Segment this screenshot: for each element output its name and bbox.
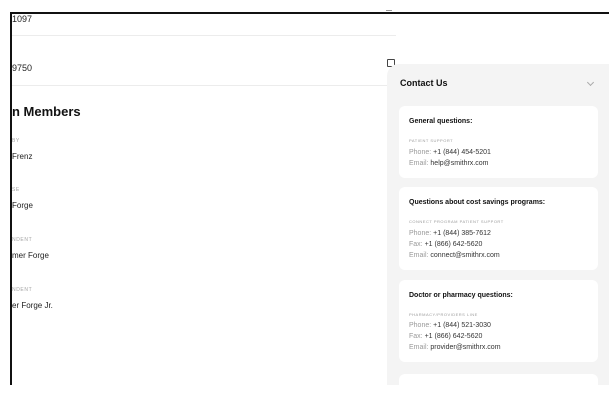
card-phone-line[interactable]: Phone: +1 (844) 454-5201 — [409, 149, 491, 156]
email-label: Email: — [409, 344, 429, 351]
email-label: Email: — [409, 160, 429, 167]
card-title: Doctor or pharmacy questions: — [409, 292, 513, 299]
member-role: NDENT — [12, 287, 33, 293]
fax-label: Fax: — [409, 241, 423, 248]
member-name: mer Forge — [12, 251, 49, 260]
contact-card-partial — [399, 374, 598, 394]
minus-icon[interactable] — [386, 10, 392, 11]
fax-value: +1 (866) 642-5620 — [424, 241, 483, 248]
members-section-title: n Members — [12, 104, 81, 119]
contact-card-general: General questions: PATIENT SUPPORT Phone… — [399, 106, 598, 178]
fax-label: Fax: — [409, 333, 423, 340]
card-subtitle: PATIENT SUPPORT — [409, 138, 454, 143]
info-row-value: 1097 — [12, 14, 33, 24]
phone-label: Phone: — [409, 322, 432, 329]
member-name: Frenz — [12, 152, 33, 161]
member-name: er Forge Jr. — [12, 301, 53, 310]
row-divider — [12, 85, 396, 86]
card-phone-line[interactable]: Phone: +1 (844) 521-3030 — [409, 322, 491, 329]
card-title: General questions: — [409, 118, 473, 125]
card-fax-line: Fax: +1 (866) 642-5620 — [409, 333, 482, 340]
member-role: BY — [12, 138, 20, 144]
contact-card-provider: Doctor or pharmacy questions: PHARMACY/P… — [399, 280, 598, 362]
member-item[interactable]: SE Forge — [12, 187, 33, 210]
member-item[interactable]: NDENT er Forge Jr. — [12, 287, 53, 310]
member-item[interactable]: NDENT mer Forge — [12, 237, 49, 260]
contact-us-panel: Contact Us General questions: PATIENT SU… — [387, 64, 609, 394]
card-subtitle: CONNECT PROGRAM PATIENT SUPPORT — [409, 219, 504, 224]
email-value[interactable]: provider@smithrx.com — [430, 344, 500, 351]
card-email-line[interactable]: Email: provider@smithrx.com — [409, 344, 501, 351]
card-fax-line: Fax: +1 (866) 642-5620 — [409, 241, 482, 248]
card-title: Questions about cost savings programs: — [409, 199, 546, 206]
email-value[interactable]: connect@smithrx.com — [430, 252, 499, 259]
card-phone-line[interactable]: Phone: +1 (844) 385-7612 — [409, 230, 491, 237]
phone-label: Phone: — [409, 149, 432, 156]
card-email-line[interactable]: Email: connect@smithrx.com — [409, 252, 500, 259]
member-role: NDENT — [12, 237, 33, 243]
email-value[interactable]: help@smithrx.com — [430, 160, 488, 167]
phone-value[interactable]: +1 (844) 521-3030 — [433, 322, 491, 329]
phone-value[interactable]: +1 (844) 454-5201 — [433, 149, 491, 156]
fax-value: +1 (866) 642-5620 — [424, 333, 483, 340]
member-name: Forge — [12, 201, 33, 210]
contact-us-title: Contact Us — [400, 78, 448, 88]
card-email-line[interactable]: Email: help@smithrx.com — [409, 160, 488, 167]
card-subtitle: PHARMACY/PROVIDERS LINE — [409, 312, 478, 317]
chevron-down-icon[interactable] — [586, 78, 595, 87]
member-role: SE — [12, 187, 20, 193]
phone-value[interactable]: +1 (844) 385-7612 — [433, 230, 491, 237]
row-divider — [12, 35, 396, 36]
phone-label: Phone: — [409, 230, 432, 237]
info-row-value: 9750 — [12, 63, 33, 73]
contact-card-cost-savings: Questions about cost savings programs: C… — [399, 187, 598, 270]
email-label: Email: — [409, 252, 429, 259]
member-item[interactable]: BY Frenz — [12, 138, 32, 161]
member-details-pane: 1097 9750 n Members BY Frenz SE Forge ND… — [12, 14, 396, 385]
